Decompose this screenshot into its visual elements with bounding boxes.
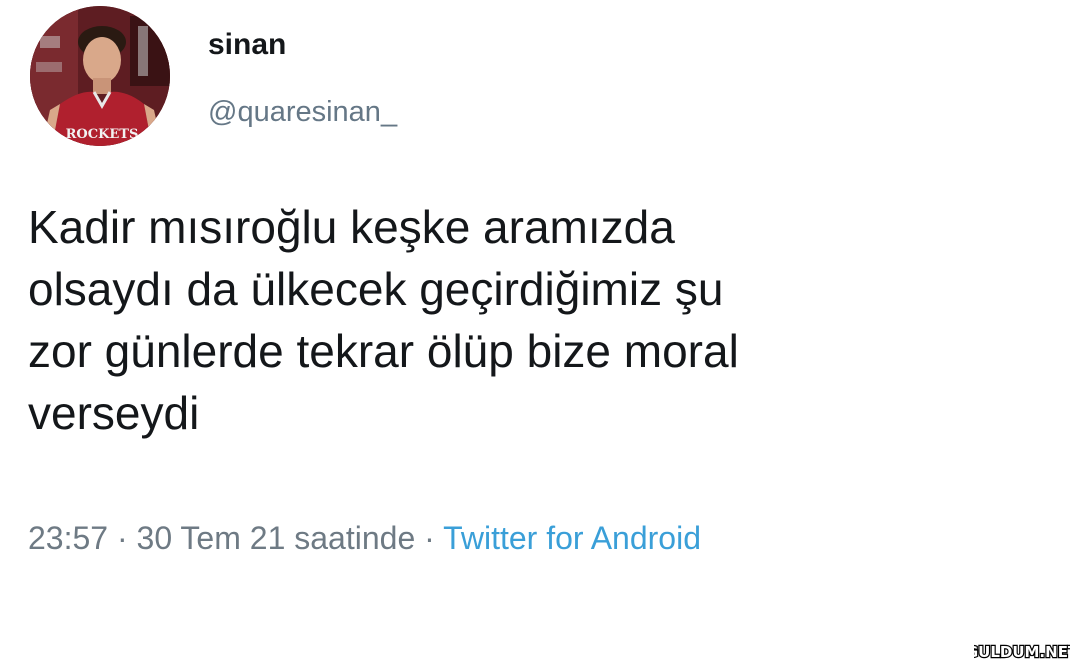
meta-separator: · bbox=[116, 520, 128, 556]
watermark-logo: GULDUM.NET bbox=[974, 640, 1070, 662]
avatar-jersey-text: ROCKETS bbox=[66, 127, 139, 142]
meta-separator: · bbox=[424, 520, 435, 556]
avatar[interactable]: ROCKETS bbox=[30, 6, 170, 146]
tweet-metadata: 23:57 · 30 Tem 21 saatinde · Twitter for… bbox=[28, 520, 701, 557]
tweet-date[interactable]: 30 Tem 21 saatinde bbox=[137, 520, 416, 556]
avatar-image: ROCKETS bbox=[30, 6, 170, 146]
tweet-text: Kadir mısıroğlu keşke aramızda olsaydı d… bbox=[28, 201, 739, 439]
display-name[interactable]: sinan bbox=[208, 28, 286, 62]
tweet-time[interactable]: 23:57 bbox=[28, 520, 108, 556]
tweet-source-link[interactable]: Twitter for Android bbox=[443, 520, 701, 556]
username-handle[interactable]: @quaresinan_ bbox=[208, 96, 397, 129]
svg-text:GULDUM.NET: GULDUM.NET bbox=[974, 643, 1070, 661]
tweet-card: ROCKETS sinan @quaresinan_ Kadir mısıroğ… bbox=[0, 0, 1078, 666]
